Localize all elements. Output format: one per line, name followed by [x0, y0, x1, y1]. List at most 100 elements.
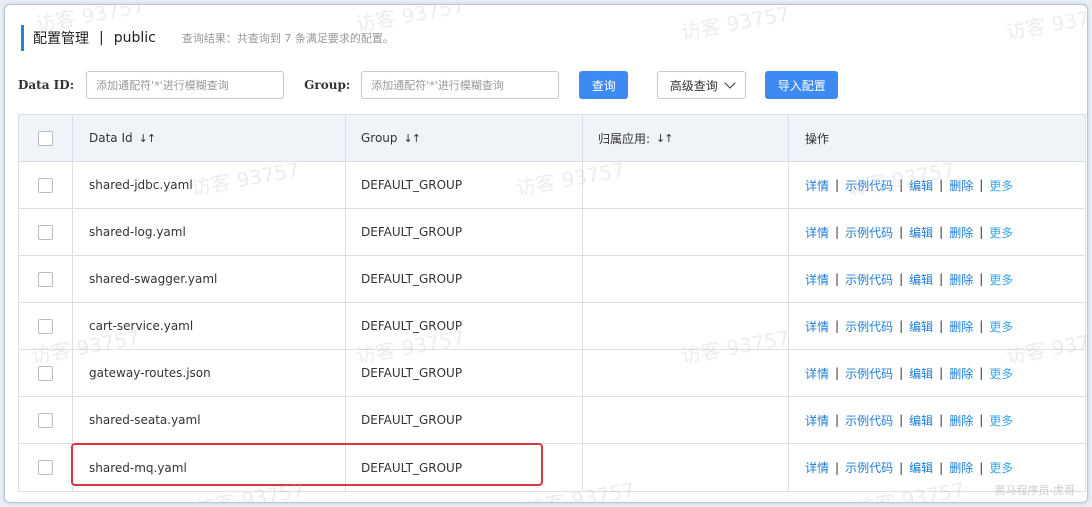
delete-link[interactable]: 删除 — [949, 177, 973, 194]
edit-link[interactable]: 编辑 — [909, 271, 933, 288]
row-checkbox[interactable] — [38, 224, 53, 240]
action-separator: | — [899, 366, 904, 380]
row-checkbox[interactable] — [38, 271, 53, 287]
row-checkbox-cell — [19, 397, 73, 443]
action-separator: | — [835, 366, 840, 380]
column-header-app[interactable]: 归属应用: ↓↑ — [583, 115, 789, 161]
advanced-query-label: 高级查询 — [669, 78, 718, 93]
action-separator: | — [979, 366, 984, 380]
column-header-label: Data Id — [89, 131, 133, 145]
row-checkbox[interactable] — [38, 177, 53, 193]
group-cell: DEFAULT_GROUP — [346, 256, 583, 302]
sample-code-link[interactable]: 示例代码 — [845, 412, 893, 429]
delete-link[interactable]: 删除 — [949, 459, 973, 476]
more-link[interactable]: 更多 — [989, 224, 1013, 241]
delete-link[interactable]: 删除 — [949, 318, 973, 335]
query-result-text: 查询结果：共查询到 7 条满足要求的配置。 — [181, 32, 394, 45]
delete-link[interactable]: 删除 — [949, 365, 973, 382]
app-cell — [583, 209, 789, 255]
actions-cell: 详情 | 示例代码 | 编辑 | 删除 | 更多 — [789, 303, 1085, 349]
query-button[interactable]: 查询 — [579, 71, 629, 99]
edit-link[interactable]: 编辑 — [909, 459, 933, 476]
config-table: Data Id ↓↑ Group ↓↑ 归属应用: ↓↑ 操作 shared-j… — [18, 114, 1086, 492]
detail-link[interactable]: 详情 — [805, 459, 829, 476]
action-separator: | — [939, 272, 944, 286]
edit-link[interactable]: 编辑 — [909, 224, 933, 241]
sample-code-link[interactable]: 示例代码 — [845, 459, 893, 476]
action-separator: | — [899, 460, 904, 475]
edit-link[interactable]: 编辑 — [909, 177, 933, 194]
row-checkbox[interactable] — [38, 460, 53, 475]
sample-code-link[interactable]: 示例代码 — [845, 177, 893, 194]
more-link[interactable]: 更多 — [989, 459, 1013, 476]
action-separator: | — [939, 225, 944, 239]
group-label: Group: — [304, 78, 351, 92]
delete-link[interactable]: 删除 — [949, 271, 973, 288]
row-checkbox[interactable] — [38, 318, 53, 334]
data-id-cell: cart-service.yaml — [73, 303, 346, 349]
data-id-cell: shared-seata.yaml — [73, 397, 346, 443]
data-id-value: gateway-routes.json — [89, 366, 211, 380]
credit-watermark: 黑马程序员·虎哥 — [994, 484, 1076, 497]
row-checkbox-cell — [19, 350, 73, 396]
action-separator: | — [899, 225, 904, 239]
sort-icon[interactable]: ↓↑ — [404, 132, 421, 145]
data-id-cell: shared-log.yaml — [73, 209, 346, 255]
detail-link[interactable]: 详情 — [805, 412, 829, 429]
sample-code-link[interactable]: 示例代码 — [845, 318, 893, 335]
advanced-query-button[interactable]: 高级查询 — [657, 71, 747, 99]
edit-link[interactable]: 编辑 — [909, 412, 933, 429]
row-checkbox[interactable] — [38, 365, 53, 381]
namespace-label: public — [113, 30, 156, 46]
chevron-down-icon — [724, 76, 736, 89]
group-value: DEFAULT_GROUP — [361, 272, 463, 286]
delete-link[interactable]: 删除 — [949, 224, 973, 241]
action-separator: | — [899, 413, 904, 427]
sample-code-link[interactable]: 示例代码 — [845, 224, 893, 241]
more-link[interactable]: 更多 — [989, 412, 1013, 429]
select-all-checkbox[interactable] — [38, 130, 53, 146]
action-separator: | — [835, 178, 840, 192]
action-separator: | — [979, 272, 984, 286]
delete-link[interactable]: 删除 — [949, 412, 973, 429]
detail-link[interactable]: 详情 — [805, 224, 829, 241]
detail-link[interactable]: 详情 — [805, 177, 829, 194]
group-input[interactable]: 添加通配符'*'进行模糊查询 — [361, 71, 560, 99]
action-separator: | — [979, 319, 984, 333]
edit-link[interactable]: 编辑 — [909, 318, 933, 335]
action-separator: | — [899, 319, 904, 333]
detail-link[interactable]: 详情 — [805, 318, 829, 335]
more-link[interactable]: 更多 — [989, 177, 1013, 194]
action-separator: | — [979, 460, 984, 475]
column-header-data-id[interactable]: Data Id ↓↑ — [73, 115, 346, 161]
group-cell: DEFAULT_GROUP — [346, 303, 583, 349]
table-row: shared-jdbc.yaml DEFAULT_GROUP 详情 | 示例代码… — [19, 162, 1085, 209]
more-link[interactable]: 更多 — [989, 318, 1013, 335]
row-checkbox[interactable] — [38, 412, 53, 428]
sample-code-link[interactable]: 示例代码 — [845, 365, 893, 382]
sort-icon[interactable]: ↓↑ — [656, 132, 673, 145]
sort-icon[interactable]: ↓↑ — [139, 132, 156, 145]
group-cell: DEFAULT_GROUP — [346, 209, 583, 255]
actions-cell: 详情 | 示例代码 | 编辑 | 删除 | 更多 — [789, 256, 1085, 302]
detail-link[interactable]: 详情 — [805, 271, 829, 288]
edit-link[interactable]: 编辑 — [909, 365, 933, 382]
more-link[interactable]: 更多 — [989, 365, 1013, 382]
detail-link[interactable]: 详情 — [805, 365, 829, 382]
action-separator: | — [835, 225, 840, 239]
data-id-input[interactable]: 添加通配符'*'进行模糊查询 — [86, 71, 285, 99]
actions-cell: 详情 | 示例代码 | 编辑 | 删除 | 更多 — [789, 162, 1085, 208]
column-header-group[interactable]: Group ↓↑ — [346, 115, 583, 161]
data-id-value: shared-swagger.yaml — [89, 272, 218, 286]
page-header: 配置管理 | public 查询结果：共查询到 7 条满足要求的配置。 — [21, 25, 394, 51]
import-config-button[interactable]: 导入配置 — [765, 71, 839, 99]
group-value: DEFAULT_GROUP — [361, 366, 463, 380]
app-cell — [583, 303, 789, 349]
sample-code-link[interactable]: 示例代码 — [845, 271, 893, 288]
action-separator: | — [979, 225, 984, 239]
column-header-label: 归属应用: — [598, 131, 651, 146]
table-row: shared-seata.yaml DEFAULT_GROUP 详情 | 示例代… — [19, 397, 1085, 444]
data-id-value: shared-jdbc.yaml — [89, 178, 193, 192]
more-link[interactable]: 更多 — [989, 271, 1013, 288]
group-value: DEFAULT_GROUP — [361, 413, 463, 427]
